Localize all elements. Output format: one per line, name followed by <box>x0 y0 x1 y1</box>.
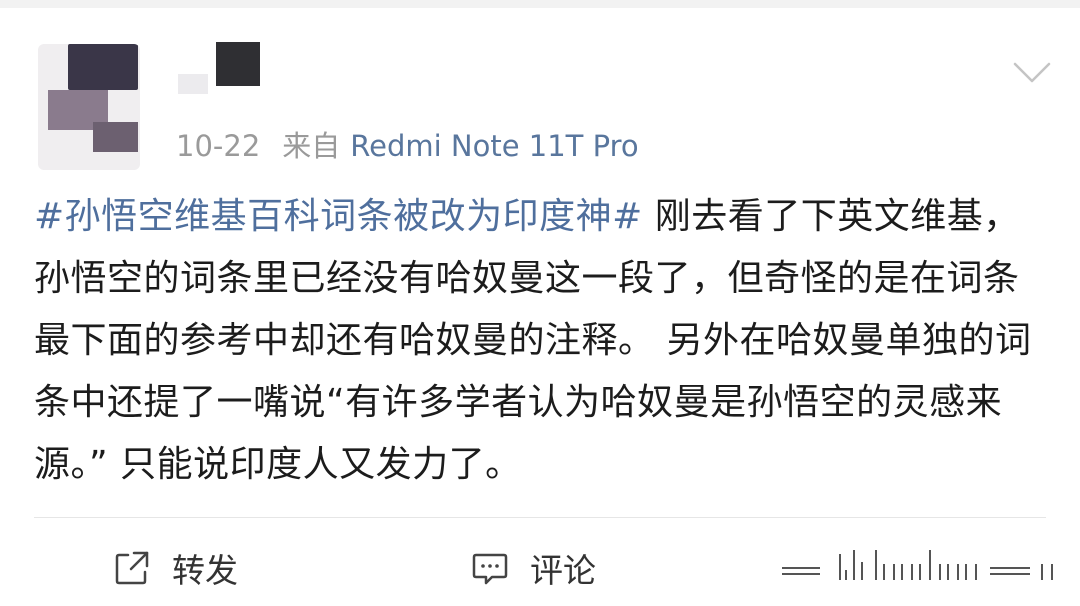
comment-label: 评论 <box>530 551 596 590</box>
divider <box>34 517 1046 518</box>
post-body: 刚去看了下英文维基，孙悟空的词条里已经没有哈奴曼这一段了，但奇怪的是在词条最下面… <box>34 196 1032 485</box>
repost-button[interactable]: 转发 <box>112 540 238 596</box>
repost-label: 转发 <box>172 551 238 590</box>
device-link[interactable]: Redmi Note 11T Pro <box>350 129 638 163</box>
username-redacted[interactable] <box>172 42 282 102</box>
share-icon <box>112 548 152 588</box>
post-content: #孙悟空维基百科词条被改为印度神# 刚去看了下英文维基，孙悟空的词条里已经没有哈… <box>34 186 1044 496</box>
post-date: 10-22 <box>176 129 261 163</box>
comment-icon <box>470 548 510 588</box>
source-prefix: 来自 <box>282 129 341 163</box>
post-meta: 10-22 来自 Redmi Note 11T Pro <box>176 126 639 166</box>
top-strip <box>0 0 1080 8</box>
comment-button[interactable]: 评论 <box>470 540 596 596</box>
like-area-artifact <box>780 540 1070 590</box>
chevron-down-icon[interactable] <box>1012 60 1052 86</box>
topic-link[interactable]: #孙悟空维基百科词条被改为印度神# <box>34 196 643 237</box>
avatar[interactable] <box>38 44 140 170</box>
